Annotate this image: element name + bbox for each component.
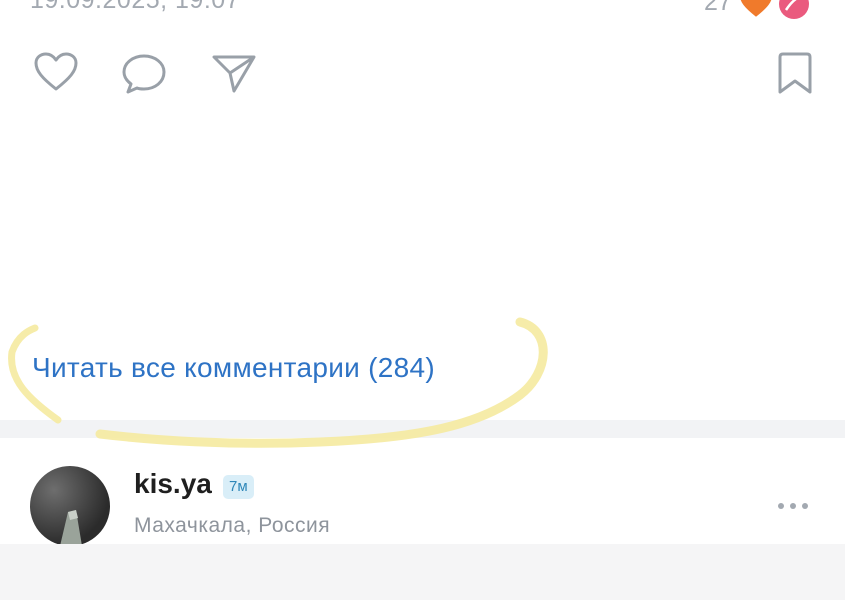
reactions-count[interactable]: 27 [704,0,732,17]
like-heart-icon[interactable] [33,52,79,92]
avatar-image-icon [60,510,82,546]
comment-item[interactable]: kis.ya 7м Махачкала, Россия [0,438,845,546]
heart-reaction-icon [738,0,774,20]
more-options-icon[interactable] [776,500,810,512]
avatar[interactable] [30,466,110,546]
share-plane-icon[interactable] [211,53,257,95]
time-badge: 7м [223,475,254,499]
comment-bubble-icon[interactable] [121,53,167,95]
comment-location: Махачкала, Россия [134,514,331,537]
post-date: 19.09.2025, 19:07 [30,0,241,14]
reaction-icon [779,0,809,19]
bookmark-icon[interactable] [776,52,814,96]
read-all-comments-link[interactable]: Читать все комментарии (284) [32,352,435,384]
comment-username[interactable]: kis.ya [134,468,212,500]
bottom-area [0,544,845,600]
section-separator [0,420,845,438]
